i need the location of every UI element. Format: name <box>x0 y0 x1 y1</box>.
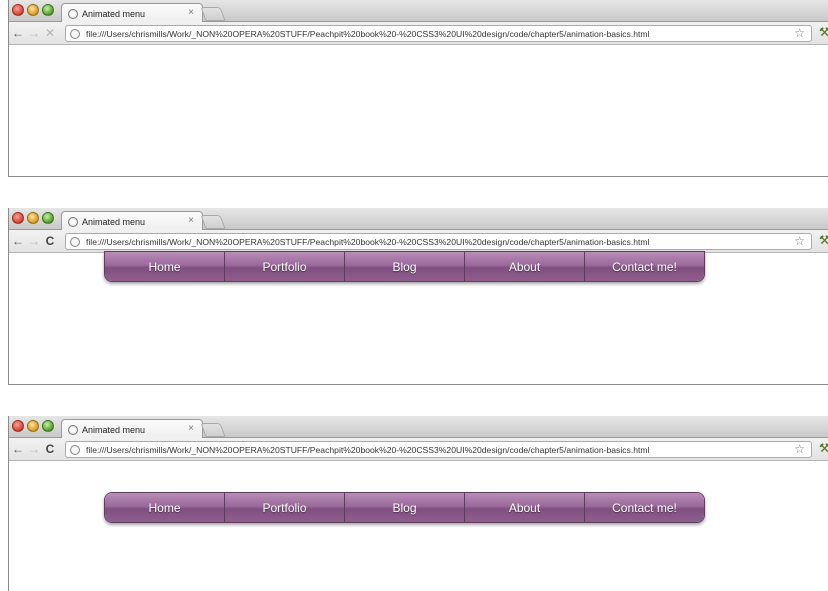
url-text: file:///Users/chrismills/Work/_NON%20OPE… <box>86 444 650 455</box>
menu-item-home[interactable]: Home <box>105 493 225 522</box>
bookmark-star-icon[interactable]: ☆ <box>794 26 805 40</box>
page-viewport: Home Portfolio Blog About Contact me! <box>9 461 828 591</box>
tab-title: Animated menu <box>82 216 146 227</box>
menu-item-contact[interactable]: Contact me! <box>585 252 704 281</box>
menu-item-portfolio[interactable]: Portfolio <box>225 493 345 522</box>
tab-close-icon[interactable]: × <box>188 7 194 18</box>
menu-item-blog[interactable]: Blog <box>345 493 465 522</box>
bookmark-star-icon[interactable]: ☆ <box>794 442 805 456</box>
forward-arrow-icon[interactable]: → <box>27 441 41 457</box>
tab-close-icon[interactable]: × <box>188 423 194 434</box>
browser-tab[interactable]: Animated menu × <box>61 211 203 231</box>
nav-menu: Home Portfolio Blog About Contact me! <box>104 492 705 523</box>
wrench-icon[interactable]: ⚒ <box>819 233 828 247</box>
bookmark-star-icon[interactable]: ☆ <box>794 234 805 248</box>
menu-item-contact[interactable]: Contact me! <box>585 493 704 522</box>
menu-item-blog[interactable]: Blog <box>345 252 465 281</box>
forward-arrow-icon[interactable]: → <box>27 233 41 249</box>
address-bar[interactable]: file:///Users/chrismills/Work/_NON%20OPE… <box>65 233 812 250</box>
new-tab-button[interactable] <box>200 215 226 229</box>
forward-arrow-icon[interactable]: → <box>27 25 41 41</box>
close-window-icon[interactable] <box>12 4 24 16</box>
page-viewport <box>9 45 828 175</box>
tab-page-icon <box>68 8 78 19</box>
browser-toolbar: ← → C file:///Users/chrismills/Work/_NON… <box>9 438 828 461</box>
menu-item-portfolio[interactable]: Portfolio <box>225 252 345 281</box>
close-window-icon[interactable] <box>12 212 24 224</box>
tab-page-icon <box>68 216 78 227</box>
browser-toolbar: ← → C file:///Users/chrismills/Work/_NON… <box>9 230 828 253</box>
url-text: file:///Users/chrismills/Work/_NON%20OPE… <box>86 236 650 247</box>
zoom-window-icon[interactable] <box>42 420 54 432</box>
back-arrow-icon[interactable]: ← <box>11 233 25 249</box>
title-bar: Animated menu × <box>9 0 828 23</box>
tab-title: Animated menu <box>82 8 146 19</box>
browser-toolbar: ← → ✕ file:///Users/chrismills/Work/_NON… <box>9 22 828 45</box>
new-tab-button[interactable] <box>200 7 226 21</box>
page-viewport: Home Portfolio Blog About Contact me! <box>9 251 828 383</box>
wrench-icon[interactable]: ⚒ <box>819 25 828 39</box>
menu-item-about[interactable]: About <box>465 252 585 281</box>
menu-item-about[interactable]: About <box>465 493 585 522</box>
browser-window-1: Animated menu × ← → ✕ file:///Users/chri… <box>8 0 828 177</box>
window-controls <box>12 212 54 224</box>
window-controls <box>12 420 54 432</box>
minimize-window-icon[interactable] <box>27 420 39 432</box>
zoom-window-icon[interactable] <box>42 212 54 224</box>
minimize-window-icon[interactable] <box>27 212 39 224</box>
tab-title: Animated menu <box>82 424 146 435</box>
wrench-icon[interactable]: ⚒ <box>819 441 828 455</box>
browser-tab[interactable]: Animated menu × <box>61 419 203 439</box>
nav-menu: Home Portfolio Blog About Contact me! <box>104 251 705 282</box>
browser-window-2: Animated menu × ← → C file:///Users/chri… <box>8 208 828 385</box>
minimize-window-icon[interactable] <box>27 4 39 16</box>
page-icon <box>70 236 80 247</box>
back-arrow-icon[interactable]: ← <box>11 441 25 457</box>
tab-page-icon <box>68 424 78 435</box>
title-bar: Animated menu × <box>9 208 828 231</box>
address-bar[interactable]: file:///Users/chrismills/Work/_NON%20OPE… <box>65 25 812 42</box>
url-text: file:///Users/chrismills/Work/_NON%20OPE… <box>86 28 650 39</box>
menu-item-home[interactable]: Home <box>105 252 225 281</box>
title-bar: Animated menu × <box>9 416 828 439</box>
page-icon <box>70 28 80 39</box>
zoom-window-icon[interactable] <box>42 4 54 16</box>
close-window-icon[interactable] <box>12 420 24 432</box>
new-tab-button[interactable] <box>200 423 226 437</box>
address-bar[interactable]: file:///Users/chrismills/Work/_NON%20OPE… <box>65 441 812 458</box>
stop-icon[interactable]: ✕ <box>43 25 57 41</box>
tab-close-icon[interactable]: × <box>188 215 194 226</box>
reload-icon[interactable]: C <box>43 441 57 457</box>
back-arrow-icon[interactable]: ← <box>11 25 25 41</box>
browser-tab[interactable]: Animated menu × <box>61 3 203 23</box>
browser-window-3: Animated menu × ← → C file:///Users/chri… <box>8 416 828 591</box>
reload-icon[interactable]: C <box>43 233 57 249</box>
window-controls <box>12 4 54 16</box>
page-icon <box>70 444 80 455</box>
